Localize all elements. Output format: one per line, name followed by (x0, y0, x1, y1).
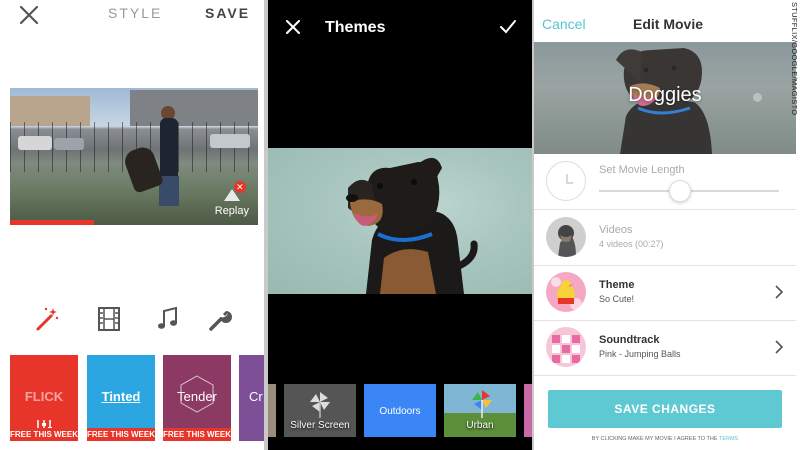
videos-title: Videos (599, 224, 633, 236)
soundtrack-row[interactable]: Soundtrack Pink - Jumping Balls (534, 321, 796, 376)
film-icon[interactable] (95, 305, 123, 333)
theme-preview-photo (268, 148, 532, 294)
theme-tile-urban[interactable]: Urban (444, 384, 516, 437)
style-panel: STYLE SAVE ✕ Replay FLICK FREE THIS WEEK… (0, 0, 268, 450)
theme-label: Urban (466, 420, 494, 431)
theme-title: Theme (599, 279, 635, 291)
theme-thumbnail (546, 272, 586, 312)
wrench-icon[interactable] (206, 305, 234, 333)
terms-notice: BY CLICKING MAKE MY MOVIE I AGREE TO THE… (534, 436, 796, 442)
edit-movie-panel: Cancel Edit Movie Doggies Set Movie Leng… (534, 0, 796, 450)
chevron-right-icon (774, 340, 784, 354)
cancel-button[interactable]: Cancel (542, 16, 586, 32)
style-name: Tender (177, 389, 217, 404)
video-preview[interactable]: ✕ Replay (10, 88, 258, 225)
style-tile-tinted[interactable]: Tinted FREE THIS WEEK (87, 355, 155, 441)
save-changes-button[interactable]: SAVE CHANGES (548, 390, 782, 428)
movie-length-row: Set Movie Length (534, 154, 796, 210)
dog-illustration (346, 157, 478, 294)
photo-credit: STUFFLIX/GOOGLE/MAGISTO (789, 2, 800, 448)
soundtrack-title: Soundtrack (599, 334, 660, 346)
soundtrack-thumbnail (546, 327, 586, 367)
style-tile-tender[interactable]: Tender FREE THIS WEEK (163, 355, 231, 441)
pinwheel-icon (308, 390, 332, 418)
terms-text: BY CLICKING MAKE MY MOVIE I AGREE TO THE (591, 436, 718, 442)
free-badge: FREE THIS WEEK (10, 428, 78, 441)
style-name: Tinted (101, 389, 141, 404)
videos-thumbnail (546, 217, 586, 257)
movie-cover[interactable]: Doggies (534, 42, 796, 154)
checkmark-icon[interactable] (500, 20, 516, 34)
close-icon[interactable] (286, 20, 300, 34)
close-icon[interactable] (18, 4, 40, 26)
theme-tile-outdoors[interactable]: Outdoors (364, 384, 436, 437)
theme-subtitle: So Cute! (599, 294, 635, 304)
save-button[interactable]: SAVE (205, 5, 250, 21)
themes-panel: Themes Silver Screen Outdoors Urban (268, 0, 532, 450)
movie-length-slider-thumb[interactable] (669, 180, 691, 202)
tool-row (0, 305, 268, 333)
clock-icon (546, 161, 586, 201)
page-title: Themes (325, 19, 386, 36)
chevron-right-icon (774, 285, 784, 299)
cover-indicator-icon (753, 93, 762, 102)
movie-length-label: Set Movie Length (599, 164, 685, 176)
photo-credit-text: STUFFLIX/GOOGLE/MAGISTO (790, 2, 799, 116)
style-tile-flick[interactable]: FLICK FREE THIS WEEK (10, 355, 78, 441)
free-badge: FREE THIS WEEK (163, 428, 231, 441)
magic-wand-icon[interactable] (32, 305, 60, 333)
soundtrack-subtitle: Pink - Jumping Balls (599, 349, 681, 359)
videos-subtitle: 4 videos (00:27) (599, 239, 664, 249)
videos-row[interactable]: Videos 4 videos (00:27) (534, 210, 796, 266)
replay-button[interactable]: ✕ Replay (214, 181, 249, 217)
music-note-icon[interactable] (154, 305, 182, 333)
style-name: FLICK (24, 389, 64, 404)
theme-tile-partial[interactable] (524, 384, 532, 437)
pinwheel-icon (470, 388, 494, 418)
replay-icon: ✕ (222, 181, 246, 203)
playback-progress-bar (10, 220, 95, 225)
theme-tile-silver-screen[interactable]: Silver Screen (284, 384, 356, 437)
theme-tile-partial-left[interactable] (268, 384, 276, 437)
free-badge: FREE THIS WEEK (87, 428, 155, 441)
terms-link[interactable]: TERMS (719, 436, 738, 442)
theme-label: Outdoors (379, 406, 421, 417)
style-tab[interactable]: STYLE (108, 5, 162, 21)
page-title: Edit Movie (633, 16, 704, 32)
theme-row[interactable]: Theme So Cute! (534, 266, 796, 321)
theme-label: Silver Screen (290, 420, 350, 431)
replay-label: Replay (214, 205, 249, 217)
